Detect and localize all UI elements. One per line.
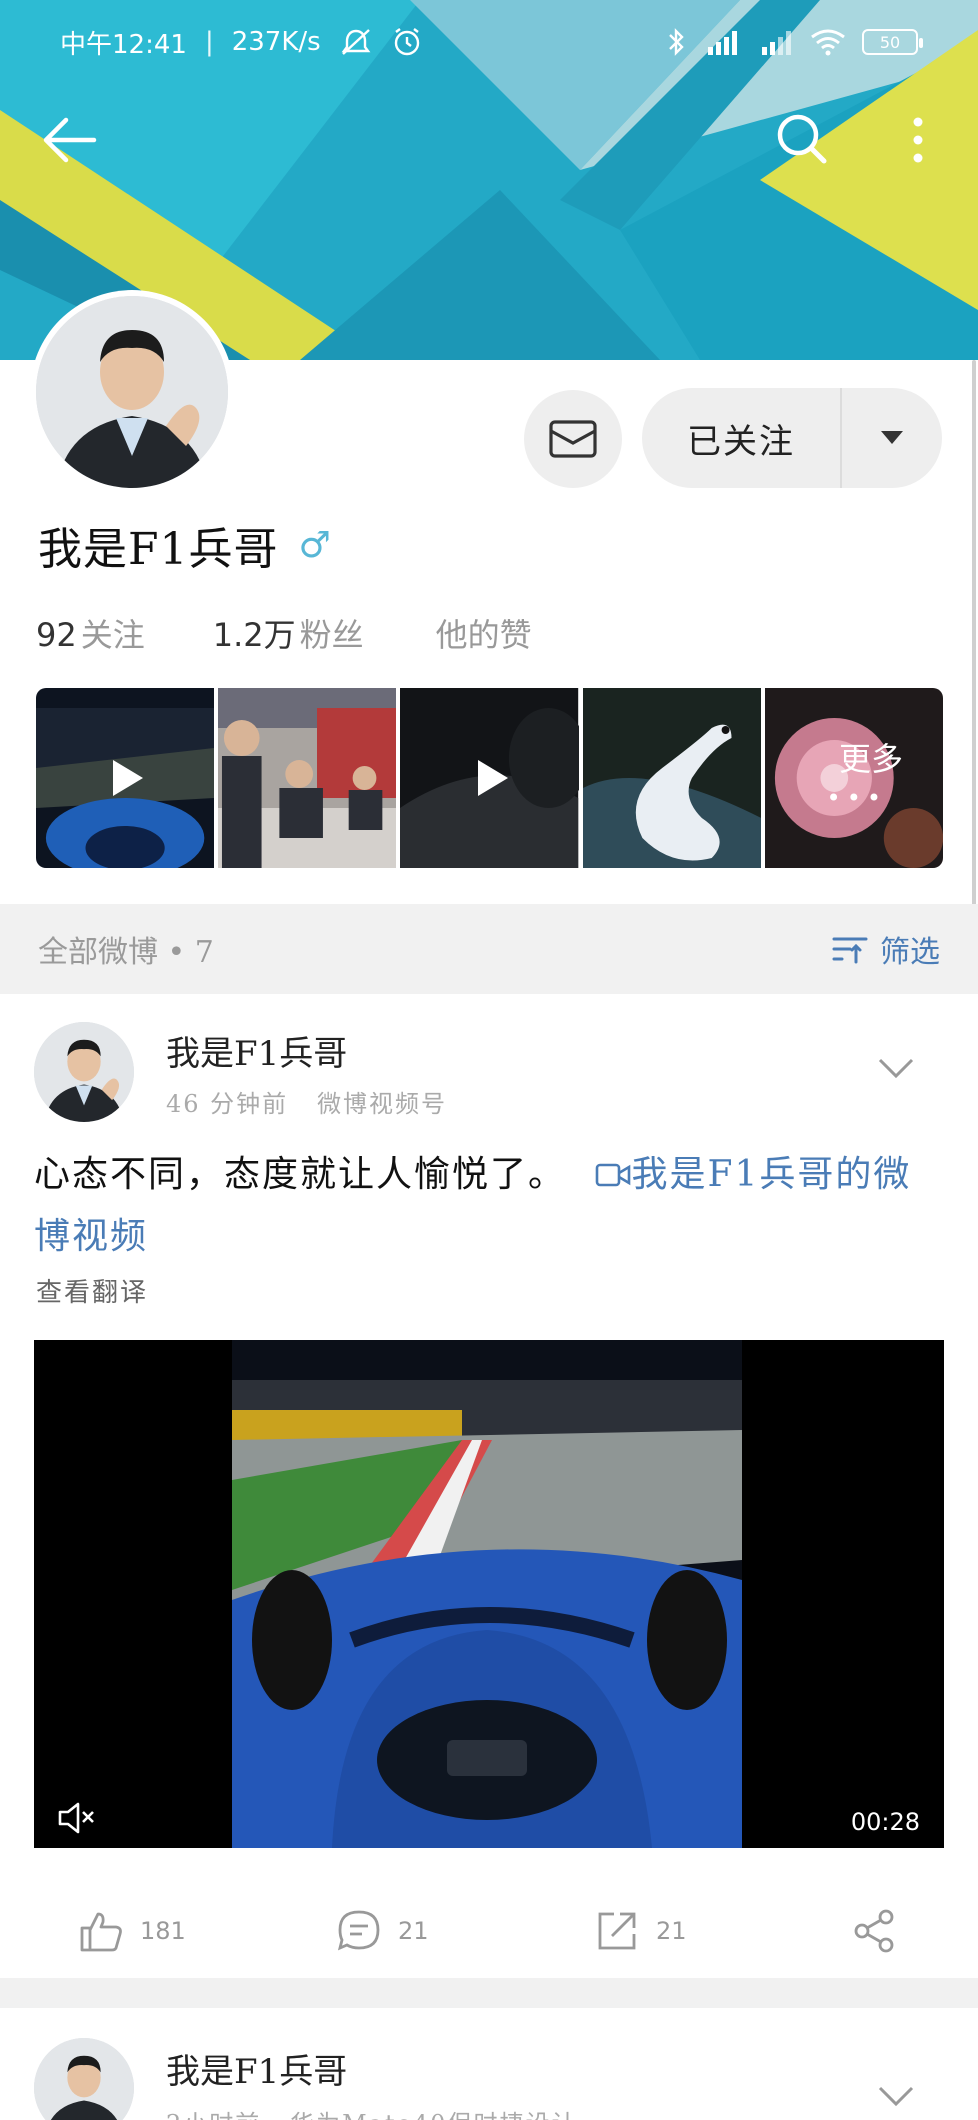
post-card: 我是F1兵哥 46 分钟前 微博视频号 心态不同，态度就让人愉悦了。 我是F1兵… <box>0 994 978 1953</box>
followers-stat[interactable]: 1.2万 粉丝 <box>213 610 364 656</box>
post-author-avatar[interactable] <box>34 1022 134 1122</box>
share-icon[interactable] <box>852 1908 898 1954</box>
play-icon <box>477 760 508 796</box>
media-thumbnails: 更多 ••• <box>36 688 943 868</box>
followers-label: 粉丝 <box>299 616 364 654</box>
like-count: 181 <box>140 1917 186 1945</box>
media-thumb-2[interactable] <box>218 688 397 868</box>
play-icon <box>113 760 144 796</box>
post-actions: 181 21 21 <box>0 1884 978 1978</box>
status-net-speed: 237K/s <box>231 27 321 57</box>
wifi-icon <box>811 29 845 56</box>
signal-hd-2-icon <box>762 31 791 55</box>
following-count: 92 <box>36 616 77 654</box>
alarm-icon <box>394 28 419 56</box>
status-time: 中午12:41 <box>60 29 187 60</box>
repost-icon <box>598 1912 636 1950</box>
filter-button[interactable]: 筛选 <box>832 927 940 971</box>
more-dots: ••• <box>826 784 888 812</box>
comment-icon <box>337 1910 380 1951</box>
following-label: 关注 <box>80 616 145 654</box>
more-media-label: 更多 <box>839 740 904 778</box>
post-time: 2小时前 <box>166 2110 261 2120</box>
video-frame <box>232 1340 742 1848</box>
follow-control: 已关注 <box>642 388 942 488</box>
all-posts-count: 全部微博 • 7 <box>38 935 214 970</box>
media-thumb-4[interactable] <box>582 688 761 868</box>
avatar-portrait <box>36 296 228 488</box>
repost-button[interactable]: 21 <box>594 1908 687 1954</box>
profile-name-row: 我是F1兵哥 ♂ <box>38 510 331 580</box>
media-thumb-more[interactable]: 更多 ••• <box>764 688 943 868</box>
followed-button[interactable]: 已关注 <box>642 388 842 488</box>
envelope-icon <box>549 420 597 458</box>
repost-count: 21 <box>656 1917 687 1945</box>
top-navigation <box>0 100 978 180</box>
more-options-icon[interactable] <box>898 108 938 172</box>
video-player[interactable]: 00:28 <box>34 1340 944 1848</box>
male-gender-icon: ♂ <box>298 524 331 566</box>
avatar-portrait <box>34 2038 134 2120</box>
media-thumb-1[interactable] <box>36 688 215 868</box>
media-thumb-3[interactable] <box>400 688 579 868</box>
post-author-avatar[interactable] <box>34 2038 134 2120</box>
avatar-portrait <box>34 1022 134 1122</box>
mute-bell-icon <box>341 29 371 55</box>
post-meta: 46 分钟前 微博视频号 <box>166 1084 447 1119</box>
post-text: 心态不同，态度就让人愉悦了。 <box>34 1154 567 1195</box>
battery-indicator: 50 <box>862 29 923 55</box>
video-still <box>232 1340 742 1848</box>
feed-filter-bar: 全部微博 • 7 筛选 <box>0 904 978 994</box>
view-translation-link[interactable]: 查看翻译 <box>36 1272 148 1309</box>
like-button[interactable]: 181 <box>78 1908 186 1954</box>
scrollbar[interactable] <box>972 360 976 920</box>
caret-down-icon <box>881 431 903 444</box>
filter-icon <box>832 937 868 964</box>
post-meta: 2小时前 华为Mate40保时捷设计 <box>166 2104 577 2120</box>
post-author-name[interactable]: 我是F1兵哥 <box>166 1026 347 1075</box>
post-time: 46 分钟前 <box>166 1090 289 1118</box>
profile-avatar[interactable] <box>36 296 228 488</box>
back-arrow-icon[interactable] <box>38 114 102 166</box>
filter-label: 筛选 <box>880 935 940 970</box>
post-source[interactable]: 微博视频号 <box>317 1090 447 1118</box>
mute-icon[interactable] <box>56 1798 96 1838</box>
signal-hd-icon <box>708 31 737 55</box>
likes-label: 他的赞 <box>435 616 532 654</box>
comment-count: 21 <box>398 1917 429 1945</box>
follow-dropdown[interactable] <box>842 388 942 488</box>
thumbs-up-icon <box>80 1912 122 1952</box>
chevron-down-icon[interactable] <box>876 1054 916 1082</box>
comment-button[interactable]: 21 <box>336 1908 429 1954</box>
post-author-name[interactable]: 我是F1兵哥 <box>166 2044 347 2093</box>
followers-count: 1.2万 <box>212 616 296 654</box>
post-body: 心态不同，态度就让人愉悦了。 我是F1兵哥的微博视频 <box>34 1144 944 1268</box>
following-stat[interactable]: 92 关注 <box>36 610 145 656</box>
likes-stat[interactable]: 他的赞 <box>432 610 532 656</box>
message-button[interactable] <box>524 390 622 488</box>
profile-stats: 92 关注 1.2万 粉丝 他的赞 <box>36 610 600 656</box>
thumb-swan-photo <box>582 688 761 868</box>
post-source: 华为Mate40保时捷设计 <box>290 2110 577 2120</box>
thumb-studio-photo <box>218 688 397 868</box>
post-divider <box>0 1978 978 2008</box>
chevron-down-icon[interactable] <box>876 2082 916 2110</box>
profile-avatar-frame <box>30 290 234 494</box>
video-camera-icon <box>596 1163 631 1187</box>
search-icon[interactable] <box>770 108 834 172</box>
post-card-2: 我是F1兵哥 2小时前 华为Mate40保时捷设计 <box>0 2008 978 2120</box>
post-header: 我是F1兵哥 46 分钟前 微博视频号 <box>0 994 978 1122</box>
profile-name: 我是F1兵哥 <box>38 524 279 575</box>
bluetooth-icon <box>669 28 684 56</box>
status-separator: | <box>204 27 214 57</box>
status-bar: 中午12:41 | 237K/s 50 <box>0 0 978 84</box>
video-duration: 00:28 <box>850 1808 920 1836</box>
